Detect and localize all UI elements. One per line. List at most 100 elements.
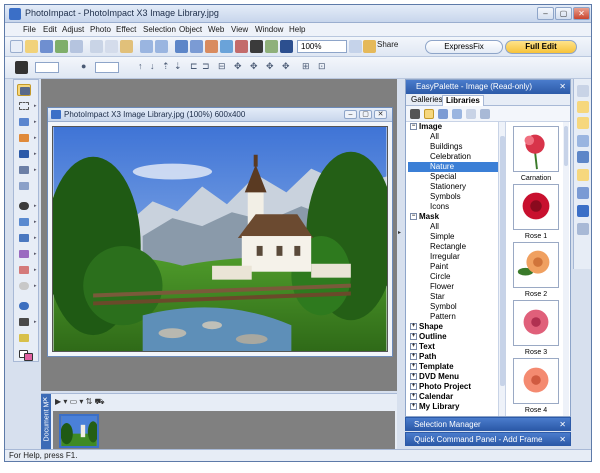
tree-item-star[interactable]: Star [408, 292, 498, 302]
align-down-icon[interactable]: ↓ [150, 61, 155, 71]
tool-lasso[interactable]: ▸ [17, 116, 37, 128]
doc-maximize-button[interactable]: ▢ [359, 110, 372, 119]
align-left-icon[interactable]: ⊏ [190, 61, 198, 72]
tree-item-photo-project[interactable]: + Photo Project [408, 382, 498, 392]
selection-manager-close-icon[interactable]: ✕ [559, 420, 566, 429]
open-folder-icon[interactable] [25, 40, 38, 53]
tree-item-rectangle[interactable]: Rectangle [408, 242, 498, 252]
menu-adjust[interactable]: Adjust [62, 25, 84, 34]
gallery-thumbnail[interactable] [513, 184, 559, 230]
grid-view-icon[interactable] [452, 109, 462, 119]
view-icon[interactable] [438, 109, 448, 119]
monitor-icon[interactable] [250, 40, 263, 53]
expand-icon[interactable]: + [410, 373, 417, 381]
tree-item-dvd-menu[interactable]: + DVD Menu [408, 372, 498, 382]
panel-icon-1[interactable] [577, 85, 589, 97]
group-icon[interactable]: ⊞ [302, 61, 310, 72]
tool-stamp[interactable]: ▸ [17, 232, 37, 244]
frame-icon[interactable] [205, 40, 218, 53]
crop-icon[interactable] [220, 40, 233, 53]
layout-icon[interactable] [175, 40, 188, 53]
tree-item-shape[interactable]: + Shape [408, 322, 498, 332]
gallery-thumbnail[interactable] [513, 242, 559, 288]
tool-crop[interactable] [17, 180, 31, 192]
collapse-arrow-icon[interactable]: ▸ [398, 229, 401, 236]
menu-effect[interactable]: Effect [116, 25, 136, 34]
cut-icon[interactable] [90, 40, 103, 53]
tool-text[interactable]: ▸ [17, 148, 37, 160]
tree-item-image-all[interactable]: All [408, 132, 498, 142]
tree-item-outline[interactable]: + Outline [408, 332, 498, 342]
search-icon[interactable] [466, 109, 476, 119]
redo-icon[interactable] [155, 40, 168, 53]
tool-eye[interactable]: ▸ [17, 200, 37, 212]
expand-icon[interactable]: + [410, 323, 417, 331]
tree-item-circle[interactable]: Circle [408, 272, 498, 282]
tree-item-stationery[interactable]: Stationery [408, 182, 498, 192]
save-icon[interactable] [40, 40, 53, 53]
panel-splitter[interactable]: ▸ [397, 79, 403, 391]
move-up-icon[interactable]: ✥ [250, 61, 258, 72]
tree-item-pattern[interactable]: Pattern [408, 312, 498, 322]
tree-item-path[interactable]: + Path [408, 352, 498, 362]
doc-close-button[interactable]: ✕ [374, 110, 387, 119]
tree-scroll-thumb[interactable] [500, 136, 505, 386]
tool-retouch[interactable]: ▸ [17, 248, 37, 260]
tool-pick[interactable] [17, 84, 31, 96]
move-icon[interactable]: ✥ [234, 61, 242, 72]
panel-icon-7[interactable] [577, 187, 589, 199]
photo-canvas[interactable] [52, 126, 388, 352]
document-manager-tools[interactable]: ▶ ▾ ▭ ▾ ⇅ ⛟ [55, 397, 105, 407]
document-manager-tab[interactable]: ✕ Document M [41, 394, 51, 452]
red-eye-icon[interactable] [235, 40, 248, 53]
tree-item-nature[interactable]: Nature [408, 162, 498, 172]
tool-dropper[interactable] [17, 332, 31, 344]
tree-item-celebration[interactable]: Celebration [408, 152, 498, 162]
tree-item-paint[interactable]: Paint [408, 262, 498, 272]
tree-item-mask[interactable]: − Mask [408, 212, 498, 222]
tree-item-irregular[interactable]: Irregular [408, 252, 498, 262]
collapse-icon[interactable]: − [410, 123, 417, 131]
expand-icon[interactable]: + [410, 403, 417, 411]
expand-icon[interactable]: + [410, 363, 417, 371]
menu-photo[interactable]: Photo [90, 25, 111, 34]
gallery-scroll-thumb[interactable] [564, 126, 568, 166]
tool-brush[interactable]: ▸ [17, 216, 37, 228]
tree-item-template[interactable]: + Template [408, 362, 498, 372]
panel-icon-4[interactable] [577, 135, 589, 147]
share-button[interactable]: Share [377, 40, 398, 49]
tree-item-symbol[interactable]: Symbol [408, 302, 498, 312]
document-thumbnail[interactable] [59, 414, 99, 448]
paste-icon[interactable] [120, 40, 133, 53]
expand-icon[interactable]: + [410, 343, 417, 351]
easypalette-close-icon[interactable]: ✕ [559, 82, 566, 91]
effects-icon[interactable] [265, 40, 278, 53]
tool-pen[interactable]: ▸ [17, 316, 37, 328]
dot-icon[interactable]: ● [81, 61, 86, 71]
tool-eraser[interactable]: ▸ [17, 264, 37, 276]
expand-icon[interactable]: + [410, 393, 417, 401]
tree-item-special[interactable]: Special [408, 172, 498, 182]
menu-help[interactable]: Help [289, 25, 305, 34]
distribute-icon[interactable]: ⊟ [218, 61, 226, 72]
doc-minimize-button[interactable]: – [344, 110, 357, 119]
library-icon[interactable] [410, 109, 420, 119]
zoom-field[interactable]: 100% [297, 40, 347, 53]
tree-item-flower[interactable]: Flower [408, 282, 498, 292]
tree-item-image[interactable]: − Image [408, 122, 498, 132]
menu-window[interactable]: Window [255, 25, 283, 34]
tree-item-calendar[interactable]: + Calendar [408, 392, 498, 402]
tab-full-edit[interactable]: Full Edit [505, 40, 577, 54]
tool-zoom[interactable] [17, 300, 31, 312]
grid-icon[interactable] [190, 40, 203, 53]
zoom-dropdown-icon[interactable] [349, 40, 362, 53]
menu-selection[interactable]: Selection [143, 25, 176, 34]
tab-galleries[interactable]: Galleries [408, 95, 446, 106]
align-up-icon[interactable]: ↑ [138, 61, 143, 71]
maximize-button[interactable]: ▢ [555, 7, 572, 20]
expand-icon[interactable]: + [410, 333, 417, 341]
panel-icon-5[interactable] [577, 151, 589, 163]
expand-icon[interactable]: + [410, 353, 417, 361]
tree-scrollbar[interactable] [498, 122, 505, 416]
align-bottom-icon[interactable]: ⇣ [174, 61, 182, 72]
